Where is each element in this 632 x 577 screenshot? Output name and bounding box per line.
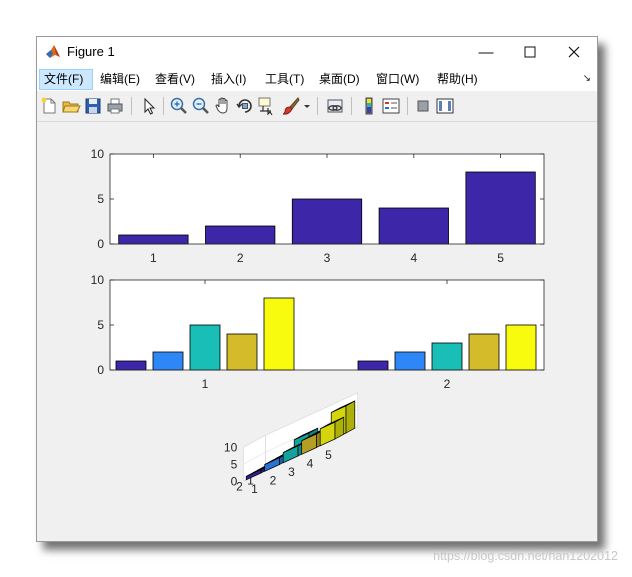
menu-file[interactable]: 文件(F) [39,69,93,90]
print-icon[interactable] [105,96,125,116]
chart3-ztick-label: 5 [231,457,238,471]
toolbar-separator [163,97,164,115]
chart3-xtick-label: 2 [270,474,277,488]
chart2-bar [115,360,147,371]
chart3-ytick-label: 2 [236,479,243,493]
chart1-bar [118,234,189,245]
toolbar-separator [131,97,132,115]
chart2-xtick-label: 2 [444,377,451,391]
legend-icon[interactable] [381,96,401,116]
chart1-ytick-label: 0 [97,237,104,251]
chart1-xtick-label: 1 [150,251,157,265]
hide-plot-tools-icon[interactable] [413,96,433,116]
brush-icon[interactable] [281,96,301,116]
toolbar-separator [317,97,318,115]
pan-hand-icon[interactable] [213,96,233,116]
menu-tools[interactable]: 工具(T) [261,69,308,90]
minimize-button[interactable]: — [463,37,509,67]
chart2-bar [189,324,221,371]
brush-dropdown-icon[interactable] [303,96,311,116]
menu-window[interactable]: 窗口(W) [372,69,423,90]
chart3-xtick-label: 4 [307,457,314,471]
chart2-bar [152,351,184,371]
zoom-out-icon[interactable] [191,96,211,116]
chart3-ztick-label: 10 [224,440,238,454]
chart1-bar [378,207,449,245]
maximize-button[interactable] [507,37,553,67]
chart3-xtick-label: 5 [325,448,332,462]
menu-bar: 文件(F) 编辑(E) 查看(V) 插入(I) 工具(T) 桌面(D) 窗口(W… [37,67,597,91]
matlab-logo-icon [46,45,60,58]
chart2-bar [263,297,295,371]
colorbar-icon[interactable] [359,96,379,116]
chart2-ytick-label: 10 [91,273,105,287]
figure-canvas[interactable]: 0 5 10 1 2 3 4 5 0 5 10 1 2 0 5 10 1 2 3 4 5 1 2 [37,122,597,541]
menu-view[interactable]: 查看(V) [151,69,199,90]
save-icon[interactable] [83,96,103,116]
zoom-in-icon[interactable] [169,96,189,116]
chart2-ytick-label: 0 [97,363,104,377]
chart1-bar [205,225,276,245]
data-cursor-icon[interactable] [257,96,277,116]
menu-insert[interactable]: 插入(I) [207,69,250,90]
chart1-xtick-label: 4 [410,251,417,265]
open-file-icon[interactable] [61,96,81,116]
chart2-bar [505,324,537,371]
chart1-ytick-label: 10 [91,147,105,161]
link-plot-icon[interactable] [325,96,345,116]
chart2-xtick-label: 1 [202,377,209,391]
close-icon [568,46,580,58]
rotate-3d-icon[interactable] [235,96,255,116]
menu-overflow-icon[interactable]: ↘ [583,73,591,84]
menu-help[interactable]: 帮助(H) [433,69,482,90]
chart1-xtick-label: 3 [324,251,331,265]
new-figure-icon[interactable] [39,96,59,116]
figure-plots: 05101 2 3 4 505101 205101234512 [91,147,545,496]
select-arrow-icon[interactable] [139,96,159,116]
chart2-ytick-label: 5 [97,318,104,332]
toolbar-separator [407,97,408,115]
chart2-bar [468,333,500,371]
menu-edit[interactable]: 编辑(E) [96,69,144,90]
toolbar-separator [351,97,352,115]
close-button[interactable] [551,37,597,67]
chart1-bar [291,198,363,245]
chart2-bar [431,342,463,371]
chart2-bar [226,333,258,371]
chart2-bar [357,360,389,371]
maximize-icon [524,46,536,58]
window-title: Figure 1 [67,44,115,59]
toolbar [37,91,597,122]
chart1-bar [465,171,536,245]
menu-desktop[interactable]: 桌面(D) [315,69,364,90]
title-bar[interactable]: Figure 1 — [37,37,597,67]
chart1-ytick-label: 5 [97,192,104,206]
show-plot-tools-icon[interactable] [435,96,455,116]
chart3-bar-side [345,400,356,434]
chart2-bar [394,351,426,371]
chart3-xtick-label: 3 [288,465,295,479]
chart1-xtick-label: 2 [237,251,244,265]
chart1-xtick-label: 5 [497,251,504,265]
figure-window: Figure 1 — 文件(F) 编辑(E) 查看(V) 插入(I) 工具(T)… [36,36,598,542]
watermark-text: https://blog.csdn.net/han1202012 [433,549,618,563]
minimize-icon: — [478,43,494,61]
